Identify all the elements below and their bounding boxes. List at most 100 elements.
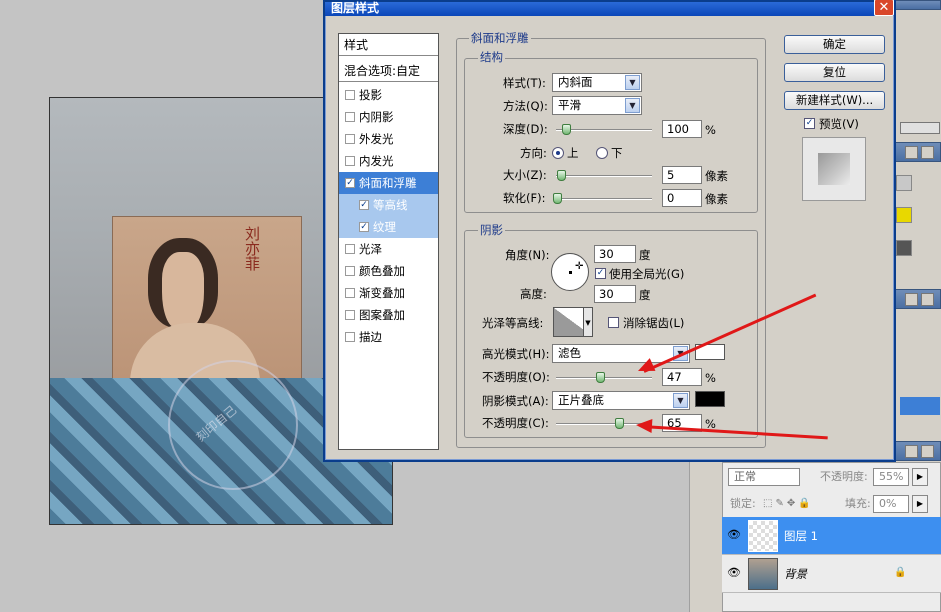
style-item-label: 斜面和浮雕 — [359, 176, 417, 190]
radio-up-label[interactable]: 上 — [567, 145, 579, 161]
depth-unit: % — [705, 123, 716, 137]
shadow-opacity-label: 不透明度(C): — [482, 416, 549, 430]
style-label: 样式(T): — [503, 76, 546, 90]
preview-checkbox[interactable]: ✓ — [804, 118, 815, 129]
style-checkbox[interactable] — [345, 266, 355, 276]
style-checkbox[interactable] — [345, 90, 355, 100]
style-item[interactable]: ✓ 斜面和浮雕 — [339, 172, 438, 194]
new-style-button[interactable]: 新建样式(W)... — [784, 91, 885, 110]
style-checkbox[interactable]: ✓ — [359, 200, 369, 210]
swatch-dark[interactable] — [896, 240, 912, 256]
soften-unit: 像素 — [705, 192, 728, 206]
style-checkbox[interactable]: ✓ — [345, 178, 355, 188]
depth-field[interactable]: 100 — [662, 120, 702, 138]
style-item[interactable]: 外发光 — [339, 128, 438, 150]
blend-options-item[interactable]: 混合选项:自定 — [339, 60, 438, 82]
radio-up[interactable] — [552, 147, 564, 159]
style-item[interactable]: 光泽 — [339, 238, 438, 260]
shadow-color-swatch[interactable] — [695, 391, 725, 407]
eye-icon[interactable]: 👁 — [727, 567, 743, 579]
slider-knob[interactable] — [596, 372, 605, 383]
radio-down-label[interactable]: 下 — [611, 145, 623, 161]
direction-label: 方向: — [520, 146, 547, 160]
layer-opacity-field[interactable]: 55% — [873, 468, 909, 486]
lock-icons[interactable]: ⬚✎✥🔒 — [763, 498, 823, 510]
angle-dial[interactable] — [551, 253, 589, 291]
style-checkbox[interactable] — [345, 332, 355, 342]
style-checkbox[interactable]: ✓ — [359, 222, 369, 232]
style-item[interactable]: 投影 — [339, 84, 438, 106]
opacity-arrow-icon[interactable]: ▶ — [912, 468, 928, 486]
style-select[interactable]: 内斜面 ▼ — [552, 73, 642, 92]
style-item[interactable]: 渐变叠加 — [339, 282, 438, 304]
altitude-unit: 度 — [639, 288, 651, 302]
style-item[interactable]: 内阴影 — [339, 106, 438, 128]
size-slider[interactable] — [556, 170, 652, 181]
style-item[interactable]: 颜色叠加 — [339, 260, 438, 282]
chevron-down-icon[interactable]: ▼ — [583, 307, 593, 337]
layer-opacity-label: 不透明度: — [820, 470, 868, 483]
fill-field[interactable]: 0% — [873, 495, 909, 513]
style-checkbox[interactable] — [345, 156, 355, 166]
style-select-value: 内斜面 — [558, 75, 593, 89]
radio-down[interactable] — [596, 147, 608, 159]
chevron-down-icon[interactable]: ▼ — [625, 75, 640, 90]
style-checkbox[interactable] — [345, 112, 355, 122]
style-item[interactable]: 内发光 — [339, 150, 438, 172]
style-checkbox[interactable] — [345, 310, 355, 320]
layer-row[interactable]: 👁 背景 🔒 — [722, 555, 941, 593]
chevron-down-icon[interactable]: ▼ — [625, 98, 640, 113]
ok-button[interactable]: 确定 — [784, 35, 885, 54]
highlight-mode-value: 滤色 — [558, 346, 581, 360]
technique-label: 方法(Q): — [503, 99, 548, 113]
style-item-label: 外发光 — [359, 132, 394, 146]
highlight-opacity-field[interactable]: 47 — [662, 368, 702, 386]
shadow-mode-select[interactable]: 正片叠底 ▼ — [552, 391, 690, 410]
history-selected-row[interactable] — [900, 397, 940, 415]
preview-label[interactable]: 预览(V) — [819, 116, 859, 132]
angle-field[interactable]: 30 — [594, 245, 636, 263]
technique-select[interactable]: 平滑 ▼ — [552, 96, 642, 115]
panel-tool[interactable] — [900, 122, 940, 134]
layer-row[interactable]: 👁 图层 1 — [722, 517, 941, 555]
soften-field[interactable]: 0 — [662, 189, 702, 207]
shadow-mode-label: 阴影模式(A): — [482, 394, 549, 408]
size-field[interactable]: 5 — [662, 166, 702, 184]
style-item-label: 描边 — [359, 330, 382, 344]
reset-button[interactable]: 复位 — [784, 63, 885, 82]
style-item-label: 渐变叠加 — [359, 286, 405, 300]
slider-knob[interactable] — [562, 124, 571, 135]
layer-name[interactable]: 背景 — [784, 566, 807, 582]
lock-icon: 🔒 — [894, 567, 907, 578]
fill-arrow-icon[interactable]: ▶ — [912, 495, 928, 513]
preview-thumbnail — [802, 137, 866, 201]
style-checkbox[interactable] — [345, 288, 355, 298]
style-item[interactable]: ✓ 纹理 — [339, 216, 438, 238]
style-item[interactable]: 描边 — [339, 326, 438, 348]
dialog-title[interactable]: 图层样式 — [325, 2, 894, 16]
blend-mode-select[interactable]: 正常 — [728, 468, 800, 486]
soften-label: 软化(F): — [503, 191, 546, 205]
soften-slider[interactable] — [553, 193, 652, 204]
close-button[interactable]: ✕ — [874, 0, 894, 16]
antialias-label[interactable]: 消除锯齿(L) — [623, 315, 684, 331]
slider-knob[interactable] — [615, 418, 624, 429]
antialias-checkbox[interactable] — [608, 317, 619, 328]
style-checkbox[interactable] — [345, 244, 355, 254]
slider-knob[interactable] — [553, 193, 562, 204]
style-item[interactable]: ✓ 等高线 — [339, 194, 438, 216]
global-light-label[interactable]: 使用全局光(G) — [609, 266, 684, 282]
eye-icon[interactable]: 👁 — [727, 529, 743, 541]
swatch-yellow[interactable] — [896, 207, 912, 223]
style-item[interactable]: 图案叠加 — [339, 304, 438, 326]
highlight-opacity-slider[interactable] — [556, 372, 652, 383]
global-light-checkbox[interactable]: ✓ — [595, 268, 606, 279]
style-checkbox[interactable] — [345, 134, 355, 144]
depth-slider[interactable] — [556, 124, 652, 135]
swatch-gray[interactable] — [896, 175, 912, 191]
layer-name[interactable]: 图层 1 — [784, 528, 818, 544]
slider-knob[interactable] — [557, 170, 566, 181]
chevron-down-icon[interactable]: ▼ — [673, 393, 688, 408]
style-list-header[interactable]: 样式 — [339, 34, 438, 56]
altitude-field[interactable]: 30 — [594, 285, 636, 303]
